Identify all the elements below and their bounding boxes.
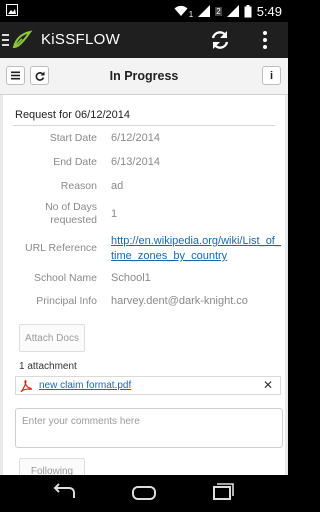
attachment-link[interactable]: new claim format.pdf bbox=[39, 380, 131, 391]
end-date-value: 6/13/2014 bbox=[111, 156, 160, 168]
page-title: In Progress bbox=[109, 69, 179, 83]
battery-icon bbox=[244, 4, 252, 17]
days-requested-value: 1 bbox=[111, 208, 118, 220]
info-icon: i bbox=[269, 69, 274, 82]
system-nav-bar bbox=[0, 475, 288, 512]
principal-info-value: harvey.dent@dark-knight.co bbox=[111, 295, 248, 307]
refresh-icon[interactable] bbox=[208, 28, 232, 52]
wifi-icon bbox=[174, 5, 188, 16]
comment-input[interactable]: Enter your comments here bbox=[15, 408, 283, 448]
end-date-label: End Date bbox=[53, 156, 97, 168]
signal-icon-2 bbox=[226, 5, 239, 17]
url-reference-label: URL Reference bbox=[25, 242, 97, 254]
school-name-value: School1 bbox=[111, 272, 151, 284]
status-time: 5:49 bbox=[256, 3, 282, 19]
drawer-icon[interactable] bbox=[2, 33, 10, 47]
recent-apps-icon[interactable] bbox=[208, 481, 236, 505]
signal-icon bbox=[198, 5, 211, 17]
url-reference-link[interactable]: http://en.wikipedia.org/wiki/List_of_tim… bbox=[111, 234, 283, 264]
divider bbox=[13, 125, 275, 126]
toolbar: In Progress i bbox=[0, 58, 288, 95]
following-button[interactable]: Following bbox=[19, 458, 85, 475]
back-icon[interactable] bbox=[50, 481, 78, 505]
app-title: KiSSFLOW bbox=[41, 31, 121, 48]
principal-info-label: Principal Info bbox=[36, 295, 97, 307]
home-icon[interactable] bbox=[130, 481, 158, 505]
info-button[interactable]: i bbox=[262, 66, 281, 85]
image-notification-icon bbox=[6, 4, 18, 16]
days-requested-label: No of Days requested bbox=[45, 201, 97, 226]
start-date-label: Start Date bbox=[49, 132, 97, 144]
reason-value: ad bbox=[111, 180, 124, 192]
signal-badge: 1 bbox=[188, 9, 194, 19]
app-bar: KiSSFLOW bbox=[0, 22, 288, 58]
attach-docs-button[interactable]: Attach Docs bbox=[19, 324, 85, 352]
kissflow-logo-icon[interactable] bbox=[11, 29, 33, 51]
screen: 1 2 5:49 KiSSFLOW In Progress i Request … bbox=[0, 0, 288, 512]
school-name-label: School Name bbox=[33, 272, 97, 284]
overflow-menu-icon[interactable] bbox=[258, 28, 272, 52]
attachment-count: 1 attachment bbox=[19, 361, 77, 372]
start-date-value: 6/12/2014 bbox=[111, 132, 160, 144]
pdf-icon bbox=[20, 380, 32, 392]
data-badge: 2 bbox=[215, 6, 222, 16]
request-details: Request for 06/12/2014 Start Date 6/12/2… bbox=[3, 95, 285, 475]
status-bar: 1 2 5:49 bbox=[0, 0, 288, 22]
status-icons: 1 2 5:49 bbox=[174, 0, 282, 22]
request-title: Request for 06/12/2014 bbox=[15, 109, 130, 121]
remove-attachment-icon[interactable]: ✕ bbox=[263, 378, 273, 392]
attachment-item: new claim format.pdf ✕ bbox=[15, 376, 281, 395]
reason-label: Reason bbox=[60, 180, 97, 192]
